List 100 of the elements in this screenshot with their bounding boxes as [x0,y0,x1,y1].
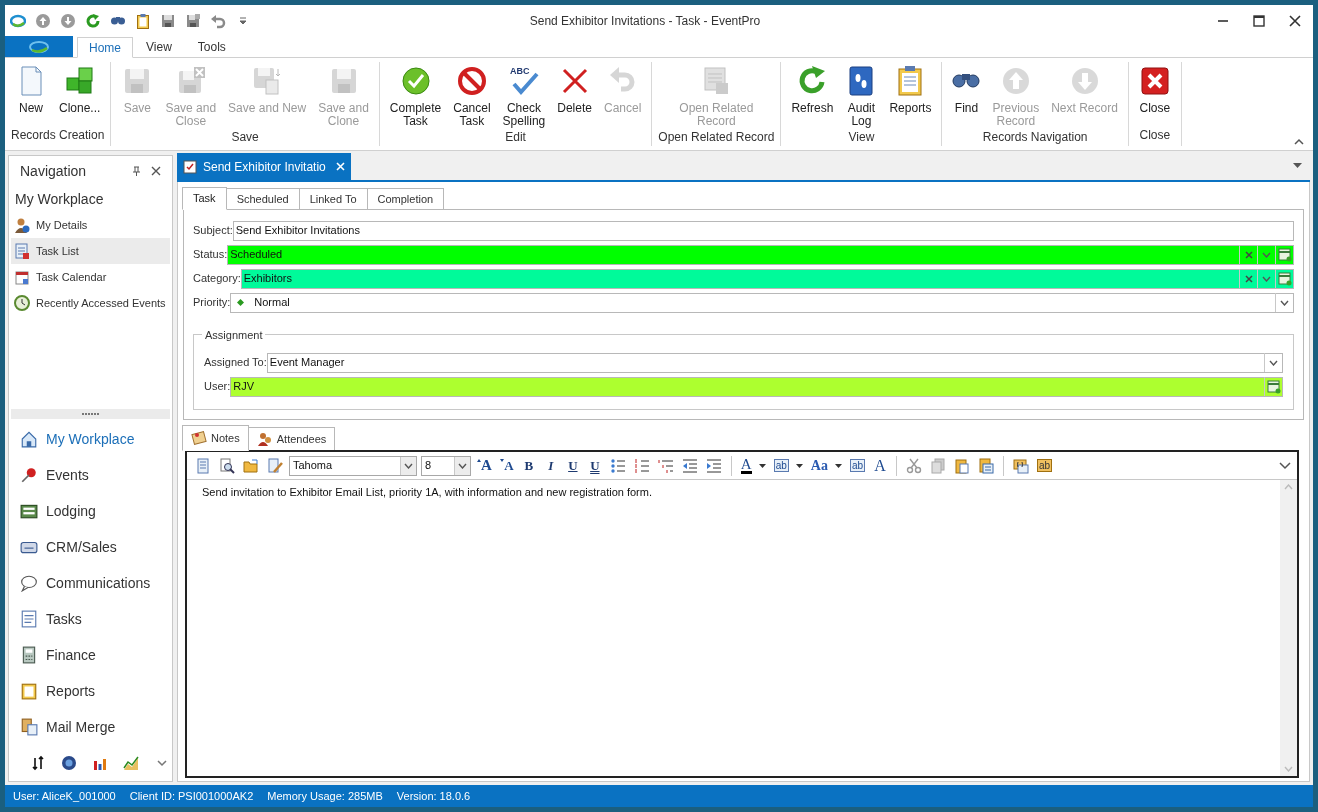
lookup-button[interactable] [1275,245,1293,264]
ribbon-button[interactable]: Cancel Task [449,65,495,128]
nav-item[interactable]: Task Calendar [11,264,170,290]
nav-section[interactable]: Communications [9,565,172,601]
ribbon-button[interactable]: Delete [553,65,596,115]
magnifier-page-button[interactable] [217,455,237,476]
ribbon-button[interactable]: ABC Check Spelling [498,65,550,128]
nav-section[interactable]: Mail Merge [9,709,172,745]
ribbon-button[interactable]: Reports [885,65,936,115]
chevron-down-icon [458,462,467,469]
nav-section[interactable]: Reports [9,673,172,709]
lookup-button[interactable] [1275,269,1293,288]
document-list-icon [14,243,30,259]
paste-special-icon [978,457,995,474]
ribbon-button[interactable]: Clone... [55,65,105,115]
nav-section[interactable]: CRM/Sales [9,529,172,565]
nav-section[interactable]: Finance [9,637,172,673]
application-menu-button[interactable] [5,36,73,57]
bold-button[interactable]: B [519,455,538,476]
input-field[interactable]: Exhibitors [240,268,1294,289]
binoculars-icon [952,74,981,88]
input-field[interactable]: Send Exhibitor Invitations [232,220,1294,241]
window-title: Send Exhibitor Invitations - Task - EventPro [528,12,762,30]
close-button[interactable] [1288,13,1302,28]
ribbon-group-label: Close [1139,127,1171,144]
house-icon [20,430,38,448]
tab[interactable]: Attendees [247,427,336,451]
folder-icon [243,457,259,474]
input-field[interactable]: Normal [230,292,1294,313]
clear-icon [1244,274,1253,283]
panel-title: Navigation [20,161,87,181]
grow-font-button[interactable]: A [475,455,494,476]
status-text: Client ID: PSI001000AK2 [129,788,254,804]
input-field[interactable]: Scheduled [227,244,1294,265]
collapse-ribbon-button[interactable] [1293,136,1305,146]
ribbon-button[interactable]: Refresh [787,65,838,115]
nav-section[interactable]: Lodging [9,493,172,529]
ribbon-group-label: Open Related Record [658,129,775,146]
form-tab[interactable]: Completion [366,188,445,210]
nav-section[interactable]: My Workplace [9,421,172,457]
font-size-field[interactable]: 8 [421,455,471,476]
field-label: Status: [193,247,228,263]
page-pencil-button[interactable] [265,455,285,476]
cubes-icon [63,65,96,97]
ribbon-button[interactable]: Find [948,65,985,115]
font-color-button[interactable]: A [738,455,768,476]
up-down-arrows-icon [29,755,46,771]
font-field[interactable]: Tahoma [289,455,417,476]
form-tab[interactable]: Task [182,187,227,210]
underline-button[interactable]: U [563,455,582,476]
ribbon-button[interactable]: Complete Task [385,65,446,128]
nav-item[interactable]: Task List [11,238,170,264]
up-triangle-icon [477,458,481,462]
nav-section[interactable]: Events [9,457,172,493]
caret-icon [834,463,842,468]
minimize-icon [1217,19,1229,22]
scissors-icon [906,457,923,474]
nav-item[interactable]: My Details [11,212,170,238]
highlight-button[interactable]: ab [771,455,805,476]
status-text: Memory Usage: 285MB [267,788,383,804]
chevron-down-icon [1284,766,1293,772]
page-icon [195,457,211,474]
input-field[interactable]: Event Manager [266,352,1283,373]
shrink-font-button[interactable]: A [497,455,516,476]
ribbon-group-label: Save [231,129,259,146]
rich-text-editor[interactable]: Tahoma 8 A A B I U U A ab Aa ab A ab Send invitation to Exhibitor Email List, priority 1A, with information and new registration form. [185,450,1299,778]
double-underline-button[interactable]: U [585,455,604,476]
ribbon-tab[interactable]: Tools [184,36,239,57]
ribbon-button[interactable]: New [11,65,51,115]
maximize-button[interactable] [1252,13,1266,28]
field-label: Subject: [193,223,233,239]
ribbon-tab[interactable]: Home [77,37,133,58]
input-field[interactable]: RJV [230,376,1283,397]
lookup-icon [1277,271,1292,286]
nav-section[interactable]: Tasks [9,601,172,637]
tab[interactable]: Notes [182,425,249,451]
ribbon-tab[interactable]: View [133,36,185,57]
nav-item[interactable]: Recently Accessed Events [11,290,170,316]
change-case-button[interactable]: Aa [808,455,844,476]
scrollbar[interactable] [1280,480,1297,776]
close-button[interactable] [151,166,161,176]
paste-icon [954,457,971,474]
ribbon-button[interactable]: Close [1134,65,1175,115]
document-tab[interactable]: Send Exhibitor Invitatio [177,153,351,180]
splitter-handle[interactable] [11,409,170,419]
clear-icon [1244,250,1253,259]
icon-text: ABC [509,66,530,76]
clipboard-check-icon [183,159,197,174]
pushpin-icon [20,466,38,484]
paste-special-button[interactable] [976,455,997,476]
lookup-button[interactable] [1264,377,1282,396]
font-button[interactable]: A [871,455,890,476]
field-label: Category: [193,271,241,287]
clipboard-icon [135,12,151,29]
numbered-list-icon [633,457,650,474]
binoculars-icon [110,16,126,25]
italic-button[interactable]: I [541,455,560,476]
page-pencil-icon [267,457,283,474]
merge-field-button[interactable]: ab [1035,455,1055,476]
ribbon-button[interactable]: Audit Log [841,65,882,128]
